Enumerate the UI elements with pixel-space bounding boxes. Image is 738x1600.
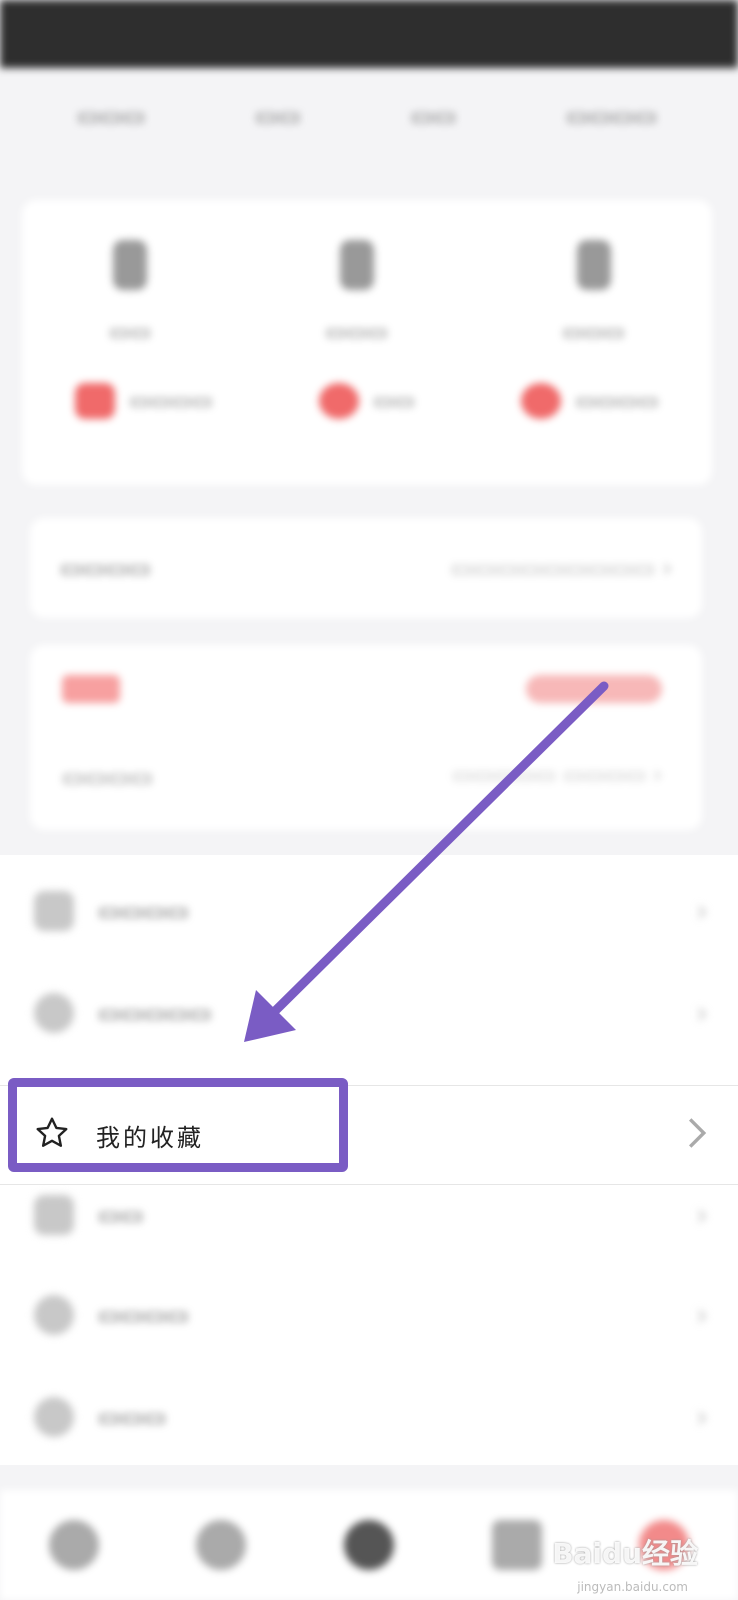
annotation-arrow <box>244 681 609 1042</box>
nav-fourth-icon[interactable] <box>491 1520 542 1570</box>
watermark-logo: Baidu经验 <box>552 1537 698 1570</box>
nav-second-icon[interactable] <box>196 1520 247 1570</box>
watermark-url: jingyan.baidu.com <box>577 1580 688 1594</box>
nav-center-icon[interactable] <box>343 1520 394 1570</box>
nav-home-icon[interactable] <box>48 1520 99 1570</box>
